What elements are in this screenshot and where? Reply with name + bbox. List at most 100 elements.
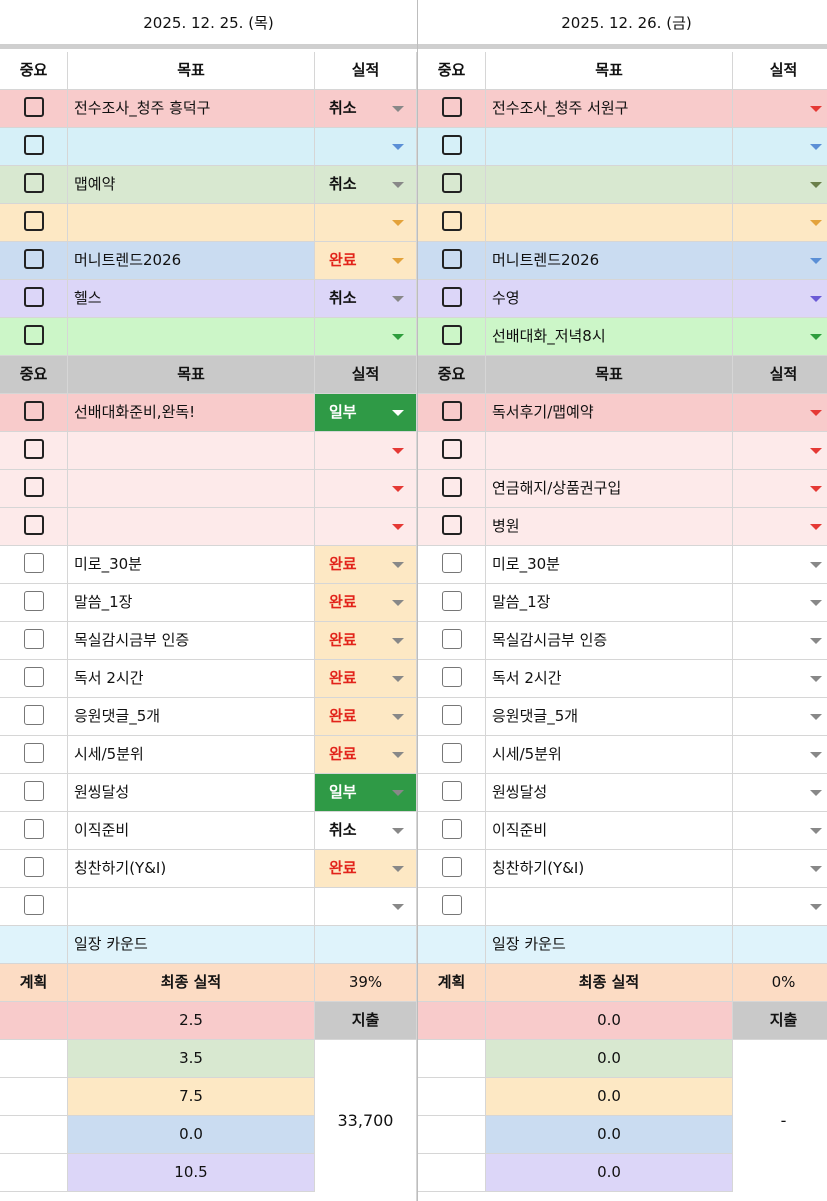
- dropdown-arrow-icon[interactable]: [392, 106, 404, 112]
- status-dropdown[interactable]: 완료: [315, 736, 417, 773]
- dropdown-arrow-icon[interactable]: [810, 448, 822, 454]
- goal-text[interactable]: [68, 318, 315, 355]
- dropdown-arrow-icon[interactable]: [392, 828, 404, 834]
- status-dropdown[interactable]: [315, 204, 417, 241]
- checkbox-icon[interactable]: [441, 781, 462, 801]
- status-dropdown[interactable]: 취소: [315, 90, 417, 127]
- checkbox-icon[interactable]: [23, 743, 44, 763]
- checkbox-icon[interactable]: [441, 819, 462, 839]
- goal-text[interactable]: 병원: [486, 508, 733, 545]
- goal-text[interactable]: 헬스: [68, 280, 315, 317]
- dropdown-arrow-icon[interactable]: [810, 600, 822, 606]
- status-dropdown[interactable]: [733, 318, 827, 355]
- goal-text[interactable]: 원씽달성: [68, 774, 315, 811]
- checkbox-icon[interactable]: [23, 135, 44, 155]
- status-dropdown[interactable]: 취소: [315, 166, 417, 203]
- dropdown-arrow-icon[interactable]: [392, 220, 404, 226]
- status-dropdown[interactable]: [733, 888, 827, 925]
- dropdown-arrow-icon[interactable]: [810, 106, 822, 112]
- dropdown-arrow-icon[interactable]: [392, 676, 404, 682]
- checkbox-icon[interactable]: [441, 401, 462, 421]
- goal-text[interactable]: [68, 470, 315, 507]
- checkbox-icon[interactable]: [23, 97, 44, 117]
- dropdown-arrow-icon[interactable]: [392, 334, 404, 340]
- status-dropdown[interactable]: 취소: [315, 280, 417, 317]
- status-dropdown[interactable]: [733, 736, 827, 773]
- dropdown-arrow-icon[interactable]: [392, 296, 404, 302]
- checkbox-icon[interactable]: [441, 477, 462, 497]
- status-dropdown[interactable]: [733, 508, 827, 545]
- status-dropdown[interactable]: 완료: [315, 622, 417, 659]
- goal-text[interactable]: 전수조사_청주 흥덕구: [68, 90, 315, 127]
- status-dropdown[interactable]: [733, 204, 827, 241]
- status-dropdown[interactable]: 취소: [315, 812, 417, 849]
- status-dropdown[interactable]: [315, 318, 417, 355]
- status-dropdown[interactable]: [733, 850, 827, 887]
- goal-text[interactable]: [68, 204, 315, 241]
- goal-text[interactable]: 이직준비: [68, 812, 315, 849]
- goal-text[interactable]: 응원댓글_5개: [486, 698, 733, 735]
- status-dropdown[interactable]: [733, 470, 827, 507]
- dropdown-arrow-icon[interactable]: [810, 676, 822, 682]
- dropdown-arrow-icon[interactable]: [392, 904, 404, 910]
- dropdown-arrow-icon[interactable]: [392, 144, 404, 150]
- checkbox-icon[interactable]: [441, 97, 462, 117]
- dropdown-arrow-icon[interactable]: [392, 790, 404, 796]
- checkbox-icon[interactable]: [441, 439, 462, 459]
- dropdown-arrow-icon[interactable]: [810, 296, 822, 302]
- dropdown-arrow-icon[interactable]: [392, 486, 404, 492]
- dropdown-arrow-icon[interactable]: [392, 182, 404, 188]
- dropdown-arrow-icon[interactable]: [810, 752, 822, 758]
- status-dropdown[interactable]: [733, 280, 827, 317]
- status-dropdown[interactable]: 완료: [315, 660, 417, 697]
- status-dropdown[interactable]: [315, 470, 417, 507]
- goal-text[interactable]: [486, 204, 733, 241]
- checkbox-icon[interactable]: [441, 211, 462, 231]
- checkbox-icon[interactable]: [441, 705, 462, 725]
- status-dropdown[interactable]: [733, 622, 827, 659]
- status-dropdown[interactable]: 완료: [315, 242, 417, 279]
- goal-text[interactable]: [68, 432, 315, 469]
- status-dropdown[interactable]: 완료: [315, 850, 417, 887]
- goal-text[interactable]: 칭찬하기(Y&I): [68, 850, 315, 887]
- checkbox-icon[interactable]: [23, 705, 44, 725]
- goal-text[interactable]: 칭찬하기(Y&I): [486, 850, 733, 887]
- checkbox-icon[interactable]: [23, 173, 44, 193]
- status-dropdown[interactable]: [733, 546, 827, 583]
- status-dropdown[interactable]: [315, 508, 417, 545]
- goal-text[interactable]: [486, 128, 733, 165]
- checkbox-icon[interactable]: [441, 895, 462, 915]
- checkbox-icon[interactable]: [23, 667, 44, 687]
- checkbox-icon[interactable]: [23, 439, 44, 459]
- dropdown-arrow-icon[interactable]: [810, 866, 822, 872]
- checkbox-icon[interactable]: [23, 515, 44, 535]
- goal-text[interactable]: [68, 128, 315, 165]
- goal-text[interactable]: 원씽달성: [486, 774, 733, 811]
- status-dropdown[interactable]: 완료: [315, 584, 417, 621]
- dropdown-arrow-icon[interactable]: [392, 600, 404, 606]
- dropdown-arrow-icon[interactable]: [392, 562, 404, 568]
- status-dropdown[interactable]: [733, 242, 827, 279]
- status-dropdown[interactable]: 일부: [315, 774, 417, 811]
- dropdown-arrow-icon[interactable]: [810, 220, 822, 226]
- goal-text[interactable]: [486, 432, 733, 469]
- goal-text[interactable]: 연금해지/상품권구입: [486, 470, 733, 507]
- checkbox-icon[interactable]: [441, 857, 462, 877]
- goal-text[interactable]: 머니트렌드2026: [486, 242, 733, 279]
- checkbox-icon[interactable]: [23, 325, 44, 345]
- dropdown-arrow-icon[interactable]: [392, 714, 404, 720]
- dropdown-arrow-icon[interactable]: [810, 486, 822, 492]
- goal-text[interactable]: 응원댓글_5개: [68, 698, 315, 735]
- dropdown-arrow-icon[interactable]: [392, 866, 404, 872]
- goal-text[interactable]: 독서 2시간: [486, 660, 733, 697]
- goal-text[interactable]: [486, 166, 733, 203]
- dropdown-arrow-icon[interactable]: [810, 144, 822, 150]
- goal-text[interactable]: 선배대화준비,완독!: [68, 394, 315, 431]
- checkbox-icon[interactable]: [23, 287, 44, 307]
- status-dropdown[interactable]: [315, 432, 417, 469]
- checkbox-icon[interactable]: [23, 895, 44, 915]
- goal-text[interactable]: 목실감시금부 인증: [68, 622, 315, 659]
- goal-text[interactable]: 시세/5분위: [68, 736, 315, 773]
- goal-text[interactable]: 시세/5분위: [486, 736, 733, 773]
- goal-text[interactable]: 미로_30분: [68, 546, 315, 583]
